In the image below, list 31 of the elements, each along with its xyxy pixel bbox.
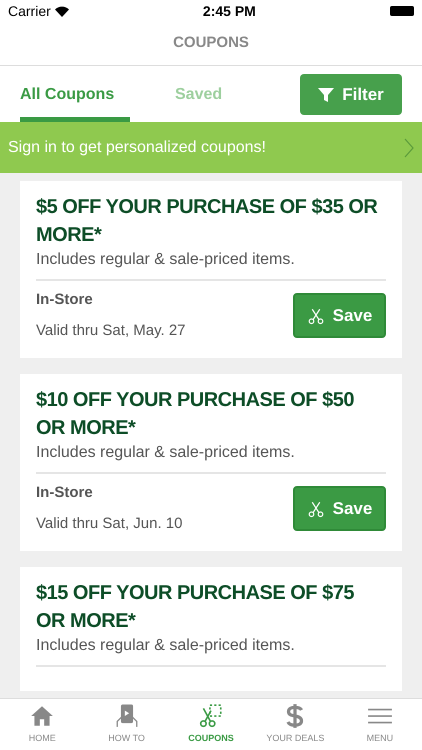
tab-bar-item[interactable]: MENU bbox=[338, 699, 422, 750]
coupon-channel: In-Store bbox=[36, 290, 94, 310]
save-button[interactable]: Save bbox=[293, 486, 386, 531]
coupon-channel: In-Store bbox=[36, 483, 94, 503]
tab-bar-item[interactable]: HOME bbox=[0, 699, 84, 750]
save-button[interactable]: Save bbox=[293, 293, 386, 338]
status-time: 2:45 PM bbox=[202, 2, 256, 20]
tab-bar-item[interactable]: HOW TO bbox=[84, 699, 169, 750]
coupon-title: $5 OFF YOUR PURCHASE OF $35 OR MORE* bbox=[36, 195, 378, 248]
filter-icon bbox=[318, 86, 334, 102]
coupon-validity: Valid thru Sat, May. 27 bbox=[36, 320, 186, 340]
coupon-scissors-icon bbox=[198, 703, 224, 730]
carrier-label: Carrier bbox=[8, 2, 51, 20]
sign-in-banner[interactable]: Sign in to get personalized coupons! bbox=[0, 122, 422, 173]
coupon-title: $15 OFF YOUR PURCHASE OF $75 OR MORE* bbox=[36, 581, 355, 634]
tablet-hands-icon bbox=[114, 703, 140, 730]
coupon-description: Includes regular & sale-priced items. bbox=[36, 636, 296, 656]
battery-icon bbox=[390, 6, 414, 16]
coupon-validity: Valid thru Sat, Jun. 10 bbox=[36, 514, 182, 534]
header-title: COUPONS bbox=[173, 33, 249, 54]
chevron-right-icon bbox=[404, 138, 414, 158]
scissors-icon bbox=[306, 500, 325, 518]
coupon-description: Includes regular & sale-priced items. bbox=[36, 443, 296, 463]
tab-bar-item[interactable]: YOUR DEALS bbox=[253, 699, 338, 750]
wifi-icon bbox=[54, 6, 69, 16]
filter-button[interactable]: Filter bbox=[300, 74, 402, 115]
banner-text: Sign in to get personalized coupons! bbox=[8, 138, 266, 158]
coupon-title: $10 OFF YOUR PURCHASE OF $50 OR MORE* bbox=[36, 388, 355, 441]
coupon-description: Includes regular & sale-priced items. bbox=[36, 250, 296, 270]
scissors-icon bbox=[306, 306, 325, 324]
tab-bar-item[interactable]: COUPONS bbox=[168, 699, 254, 750]
